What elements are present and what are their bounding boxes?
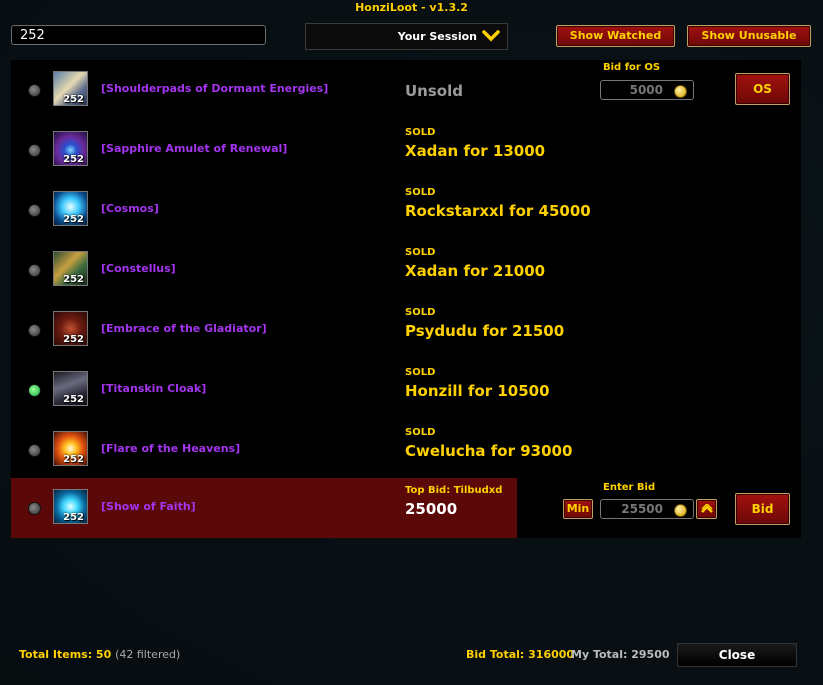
- loot-row: 252 [Show of Faith] Top Bid: Tilbudxd 25…: [11, 478, 801, 538]
- watch-toggle[interactable]: [28, 502, 41, 515]
- item-level: 252: [63, 154, 84, 165]
- enter-bid-label: Enter Bid: [603, 482, 656, 493]
- item-level: 252: [63, 274, 84, 285]
- item-result: Cwelucha for 93000: [405, 442, 573, 460]
- item-result: Honzill for 10500: [405, 382, 550, 400]
- item-name[interactable]: [Titanskin Cloak]: [101, 382, 206, 395]
- loot-list: 252 [Shoulderpads of Dormant Energies] U…: [11, 60, 801, 538]
- honziloot-window: HonziLoot - v1.3.2 252 Your Session Show…: [0, 0, 823, 685]
- item-status: SOLD: [405, 367, 436, 378]
- my-total-value: 29500: [631, 648, 670, 661]
- watch-toggle[interactable]: [28, 324, 41, 337]
- item-name[interactable]: [Cosmos]: [101, 202, 159, 215]
- item-result: Xadan for 13000: [405, 142, 546, 160]
- item-level: 252: [63, 512, 84, 523]
- os-bid-value: 5000: [629, 83, 663, 97]
- watch-toggle[interactable]: [28, 204, 41, 217]
- watch-toggle[interactable]: [28, 264, 41, 277]
- bid-input[interactable]: 25500: [600, 499, 694, 519]
- loot-row: 252 [Titanskin Cloak] SOLD Honzill for 1…: [11, 360, 801, 420]
- chevron-down-icon: [482, 30, 500, 42]
- trinket-flare-icon[interactable]: 252: [53, 431, 88, 466]
- window-title: HonziLoot - v1.3.2: [355, 1, 468, 14]
- bid-input-value: 25500: [621, 502, 663, 516]
- item-name[interactable]: [Shoulderpads of Dormant Energies]: [101, 82, 328, 95]
- trinket-faith-icon[interactable]: 252: [53, 489, 88, 524]
- os-button[interactable]: OS: [735, 73, 790, 105]
- watch-toggle[interactable]: [28, 444, 41, 457]
- item-name[interactable]: [Sapphire Amulet of Renewal]: [101, 142, 287, 155]
- close-button[interactable]: Close: [677, 643, 797, 667]
- item-name[interactable]: [Show of Faith]: [101, 500, 196, 513]
- item-result: Psydudu for 21500: [405, 322, 565, 340]
- total-items-label: Total Items: 50: [19, 648, 112, 661]
- item-status: SOLD: [405, 247, 436, 258]
- item-level: 252: [63, 94, 84, 105]
- session-dropdown[interactable]: Your Session: [305, 23, 508, 50]
- gold-coin-icon: [674, 504, 687, 517]
- item-level: 252: [63, 214, 84, 225]
- item-level: 252: [63, 394, 84, 405]
- amulet-icon[interactable]: 252: [53, 131, 88, 166]
- show-watched-button[interactable]: Show Watched: [556, 25, 675, 47]
- filtered-count: (42 filtered): [115, 648, 181, 661]
- item-level: 252: [63, 454, 84, 465]
- loot-row: 252 [Sapphire Amulet of Renewal] SOLD Xa…: [11, 120, 801, 180]
- item-result: Rockstarxxl for 45000: [405, 202, 591, 220]
- bid-button[interactable]: Bid: [735, 493, 790, 525]
- item-status: SOLD: [405, 307, 436, 318]
- shoulder-icon[interactable]: 252: [53, 71, 88, 106]
- item-name[interactable]: [Flare of the Heavens]: [101, 442, 240, 455]
- loot-row: 252 [Shoulderpads of Dormant Energies] U…: [11, 60, 801, 120]
- item-name[interactable]: [Constellus]: [101, 262, 176, 275]
- session-dropdown-label: Your Session: [397, 30, 477, 43]
- item-result: Xadan for 21000: [405, 262, 546, 280]
- loot-row: 252 [Embrace of the Gladiator] SOLD Psyd…: [11, 300, 801, 360]
- total-items: Total Items: 50 (42 filtered): [19, 648, 180, 661]
- staff-icon[interactable]: 252: [53, 191, 88, 226]
- my-total-label: My Total:: [571, 648, 628, 661]
- watch-toggle[interactable]: [28, 84, 41, 97]
- item-level: 252: [63, 334, 84, 345]
- gold-coin-icon: [674, 85, 687, 98]
- item-status: SOLD: [405, 427, 436, 438]
- my-total: My Total: 29500: [571, 648, 670, 661]
- loot-row: 252 [Cosmos] SOLD Rockstarxxl for 45000: [11, 180, 801, 240]
- os-bid-input[interactable]: 5000: [600, 80, 694, 100]
- item-status: SOLD: [405, 127, 436, 138]
- chest-armor-icon[interactable]: 252: [53, 311, 88, 346]
- loot-row: 252 [Flare of the Heavens] SOLD Cwelucha…: [11, 420, 801, 480]
- top-bid-label: Top Bid: Tilbudxd: [405, 485, 503, 496]
- cloak-icon[interactable]: 252: [53, 371, 88, 406]
- os-bid-label: Bid for OS: [603, 62, 661, 73]
- watch-toggle-active[interactable]: [28, 384, 41, 397]
- min-bid-button[interactable]: Min: [563, 499, 593, 519]
- top-bid-value: 25000: [405, 500, 458, 518]
- bid-total: Bid Total: 316000: [466, 648, 575, 661]
- loot-row: 252 [Constellus] SOLD Xadan for 21000: [11, 240, 801, 300]
- mace-icon[interactable]: 252: [53, 251, 88, 286]
- search-input[interactable]: 252: [11, 25, 266, 45]
- show-unusable-button[interactable]: Show Unusable: [687, 25, 811, 47]
- watch-toggle[interactable]: [28, 144, 41, 157]
- increment-bid-button[interactable]: [696, 499, 717, 519]
- arrow-up-icon: [700, 502, 713, 513]
- item-name[interactable]: [Embrace of the Gladiator]: [101, 322, 267, 335]
- item-result: Unsold: [405, 82, 463, 100]
- item-status: SOLD: [405, 187, 436, 198]
